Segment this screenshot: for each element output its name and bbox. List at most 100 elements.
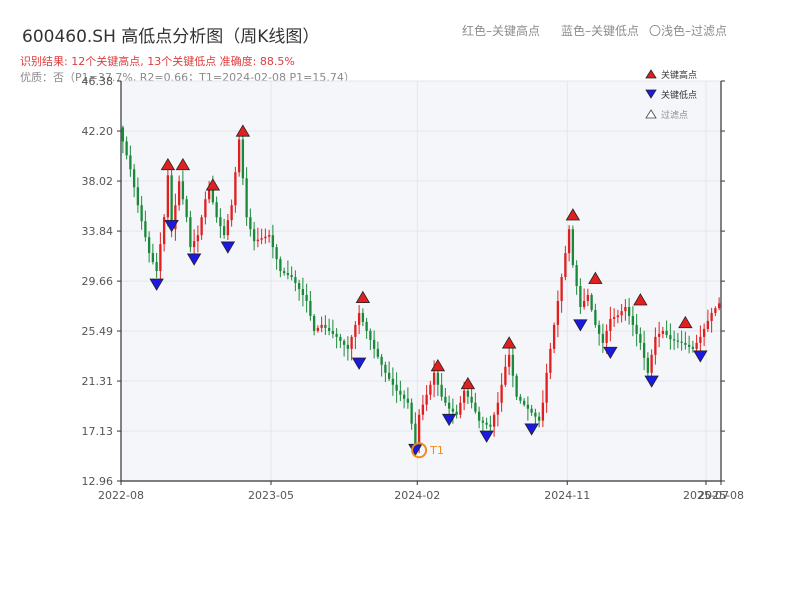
candle-body — [121, 127, 125, 142]
y-tick-label: 38.02 — [82, 175, 114, 188]
candle-body — [147, 237, 151, 254]
candle-body — [522, 400, 526, 405]
candle-body — [357, 312, 361, 325]
candle-body — [391, 378, 395, 385]
candle-body — [545, 372, 548, 403]
candle-body — [646, 357, 650, 373]
candle-body — [354, 324, 357, 337]
candle-body — [530, 408, 533, 413]
candle-body — [526, 404, 530, 409]
candle-body — [579, 286, 582, 307]
candle-body — [466, 390, 470, 397]
candle-body — [571, 229, 575, 266]
candle-body — [305, 295, 308, 301]
candle-body — [162, 217, 166, 245]
candle-body — [477, 411, 481, 421]
candle-body — [515, 375, 518, 397]
candle-body — [470, 396, 473, 403]
candle-body — [436, 372, 440, 385]
candle-body — [695, 342, 698, 349]
candle-body — [402, 394, 406, 399]
y-tick-label: 21.31 — [82, 375, 114, 388]
candle-body — [657, 333, 661, 337]
candle-body — [256, 239, 260, 242]
candle-body — [601, 333, 605, 343]
candle-body — [245, 178, 248, 218]
y-tick-label: 12.96 — [82, 475, 114, 488]
candle-body — [222, 226, 226, 236]
candle-body — [339, 336, 342, 341]
candle-body — [714, 308, 717, 313]
candle-body — [462, 390, 466, 403]
candle-body — [159, 244, 162, 272]
candle-body — [342, 340, 346, 345]
candle-body — [560, 277, 563, 301]
candle-body — [586, 295, 590, 301]
candle-body — [639, 333, 642, 343]
candle-body — [260, 238, 263, 240]
candle-body — [275, 247, 278, 260]
candle-body — [294, 277, 297, 284]
candle-body — [376, 348, 380, 357]
candle-body — [627, 306, 631, 316]
candle-body — [279, 259, 282, 272]
candle-body — [290, 275, 293, 278]
candle-body — [372, 339, 376, 349]
candle-body — [575, 265, 578, 287]
candle-body — [556, 300, 560, 325]
candle-body — [301, 289, 305, 296]
candle-body — [534, 412, 537, 417]
candle-body — [699, 336, 702, 343]
candle-body — [185, 199, 188, 218]
candle-body — [687, 344, 691, 347]
candle-body — [669, 335, 672, 340]
candle-body — [144, 221, 147, 238]
candle-body — [320, 324, 323, 328]
candle-body — [612, 317, 616, 319]
candle-body — [567, 229, 571, 254]
y-tick-label: 42.20 — [82, 125, 114, 138]
candle-body — [474, 402, 477, 412]
candle-body — [552, 324, 556, 349]
candle-body — [369, 330, 372, 340]
x-tick-label: 2025-08 — [698, 489, 744, 502]
y-tick-label: 33.84 — [82, 225, 114, 238]
candle-body — [582, 300, 586, 307]
candle-body — [365, 321, 368, 331]
candle-body — [702, 328, 706, 337]
candle-body — [271, 235, 275, 248]
candle-body — [140, 205, 143, 222]
candle-body — [635, 324, 638, 334]
candle-body — [590, 295, 593, 310]
candle-body — [489, 424, 492, 427]
candle-body — [395, 384, 398, 391]
y-tick-label: 17.13 — [82, 425, 114, 438]
candle-body — [447, 402, 451, 409]
x-tick-label: 2023-05 — [248, 489, 294, 502]
triangle-up-hollow-icon — [645, 109, 657, 119]
candle-body — [267, 235, 271, 237]
candle-body — [654, 336, 657, 355]
candle-body — [519, 396, 522, 401]
candle-body — [425, 394, 428, 405]
x-tick-label: 2022-08 — [98, 489, 144, 502]
candle-body — [155, 262, 158, 272]
candle-body — [204, 199, 207, 218]
candle-body — [410, 402, 413, 424]
candle-body — [564, 253, 567, 278]
candle-body — [181, 181, 185, 200]
candle-body — [496, 402, 500, 415]
candle-body — [361, 312, 365, 322]
candle-body — [177, 181, 181, 206]
candle-body — [691, 346, 695, 349]
candle-body — [485, 422, 488, 425]
candle-body — [665, 330, 668, 336]
candle-body — [507, 354, 511, 367]
candle-body — [335, 333, 338, 337]
legend-label-key-low: 关键低点 — [661, 90, 698, 101]
candle-body — [444, 396, 447, 403]
candle-body — [264, 236, 267, 239]
candle-body — [215, 202, 218, 218]
candle-body — [234, 172, 237, 206]
triangle-down-icon — [645, 89, 657, 99]
